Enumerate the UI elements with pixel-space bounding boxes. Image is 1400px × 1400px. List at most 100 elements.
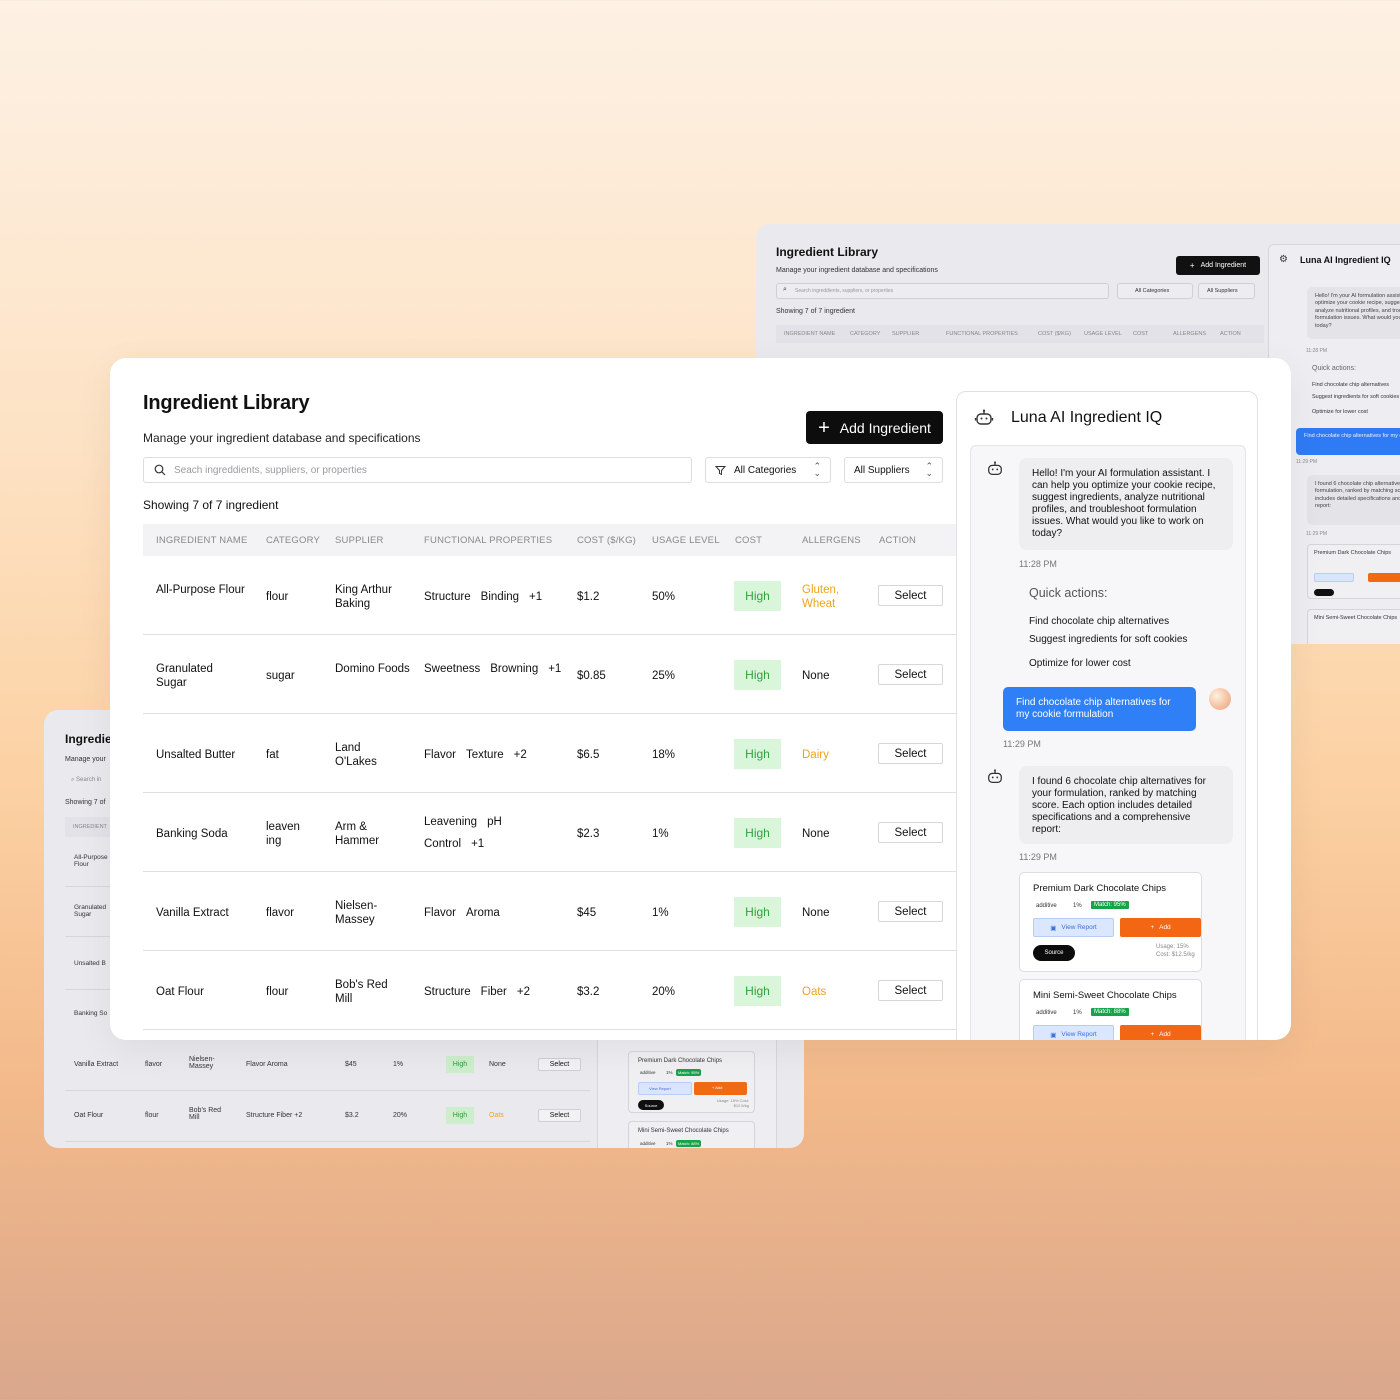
quick-action-soft-cookies[interactable]: Suggest ingredients for soft cookies <box>1029 634 1187 645</box>
cost-level-badge: High <box>734 897 781 927</box>
result-type: additive <box>1036 1010 1057 1016</box>
usage-level: 1% <box>652 828 669 840</box>
user-message: Find chocolate chip alternatives for my … <box>1296 428 1400 455</box>
search-input[interactable] <box>174 464 654 476</box>
table-header: INGREDIENT NAME CATEGORY SUPPLIER FUNCTI… <box>776 325 1264 343</box>
search-input[interactable]: ⌕ Search ingreddients, suppliers, or pro… <box>776 283 1109 299</box>
functional-properties: Flavor Aroma <box>424 907 500 919</box>
cost-level-badge: High <box>446 1056 474 1073</box>
quick-action[interactable]: Suggest ingredients for soft cookies <box>1312 394 1399 400</box>
filter-icon <box>715 465 726 475</box>
page-subtitle: Manage your ingredient database and spec… <box>776 267 938 274</box>
col-action: ACTION <box>879 535 917 546</box>
robot-icon: ⚙ <box>1279 254 1288 265</box>
cost-level-badge: High <box>446 1107 474 1124</box>
quick-actions-title: Quick actions: <box>1029 586 1108 600</box>
usage-level: 50% <box>652 591 676 603</box>
quick-action[interactable]: Optimize for lower cost <box>1312 409 1368 415</box>
add-button[interactable]: + Add <box>1120 1025 1201 1040</box>
page-title: Ingredient Library <box>776 245 879 259</box>
usage-level: 20% <box>652 986 676 998</box>
view-report-button[interactable]: ▣ View Report <box>1033 1025 1114 1040</box>
table-row: Granulated Sugar sugar Domino Foods Swee… <box>143 635 956 714</box>
quick-action-chocolate[interactable]: Find chocolate chip alternatives <box>1029 616 1169 627</box>
robot-icon <box>984 766 1006 788</box>
col-ingredient-name: INGREDIENT NAME <box>156 535 248 546</box>
source-button[interactable]: Source <box>1033 945 1075 961</box>
result-percent: 1% <box>1073 1010 1082 1016</box>
cost-level-badge: High <box>734 976 781 1006</box>
plus-icon: + <box>1189 261 1195 270</box>
select-button[interactable]: Select <box>878 585 943 606</box>
supplier-filter[interactable]: All Suppliers <box>1198 283 1255 299</box>
table-row: Oat Flour flour Bob's Red Mill Structure… <box>143 951 956 1030</box>
usage-level: 18% <box>652 749 676 761</box>
ingredient-name: Unsalted Butter <box>156 749 236 761</box>
result-name: Premium Dark Chocolate Chips <box>1033 883 1167 894</box>
result-card: Premium Dark Chocolate Chips additive 1%… <box>1019 872 1202 972</box>
cost-level-badge: High <box>734 739 781 769</box>
select-button[interactable]: Select <box>878 980 943 1001</box>
supplier: Nielsen-Massey <box>335 900 378 926</box>
view-report-button[interactable] <box>1314 573 1354 582</box>
avatar <box>1209 688 1231 710</box>
page-subtitle: Manage your ingredient database and spec… <box>143 431 421 445</box>
select-button[interactable]: Select <box>878 664 943 685</box>
allergens: Gluten, Wheat <box>802 584 840 610</box>
add-button[interactable]: + Add <box>694 1082 747 1095</box>
timestamp: 11:29 PM <box>1003 739 1041 749</box>
select-button[interactable]: Select <box>878 901 943 922</box>
result-card: Premium Dark Chocolate Chips <box>1307 544 1400 599</box>
add-button[interactable]: + Add <box>1120 918 1201 937</box>
match-badge: Match: 88% <box>1091 1008 1129 1016</box>
col-cost-per-kg: COST ($/KG) <box>577 535 637 546</box>
ingredient-name: Vanilla Extract <box>156 907 229 919</box>
plus-icon: + <box>818 416 830 439</box>
category: flour <box>266 591 289 603</box>
result-card: Mini Semi-Sweet Chocolate Chips additive… <box>1019 979 1202 1040</box>
supplier: Arm & Hammer <box>335 821 380 847</box>
view-report-button[interactable]: View Report <box>638 1082 692 1095</box>
robot-icon <box>973 407 995 429</box>
search-field[interactable] <box>143 457 692 483</box>
assistant-message: I found 6 chocolate chip alternatives fo… <box>1019 766 1233 844</box>
quick-action-lower-cost[interactable]: Optimize for lower cost <box>1029 658 1131 669</box>
category: fat <box>266 749 279 761</box>
category: flavor <box>266 907 295 919</box>
table-header: INGREDIENT NAME CATEGORY SUPPLIER FUNCTI… <box>143 524 956 556</box>
col-category: CATEGORY <box>266 535 321 546</box>
reply-bubble: I found 6 chocolate chip alternatives fo… <box>1307 475 1400 525</box>
view-report-button[interactable]: ▣ View Report <box>1033 918 1114 937</box>
cost-per-kg: $45 <box>577 907 597 919</box>
cost-per-kg: $0.85 <box>577 670 606 682</box>
select-button[interactable]: Select <box>538 1109 581 1122</box>
quick-action[interactable]: Find chocolate chip alternatives <box>1312 382 1389 388</box>
category: flour <box>266 986 289 998</box>
add-button[interactable] <box>1368 573 1400 582</box>
select-button[interactable]: Select <box>878 743 943 764</box>
functional-properties: Structure Binding +1 <box>424 591 543 603</box>
source-button[interactable] <box>1314 589 1334 596</box>
search-input[interactable]: ⌕ Search in <box>71 777 101 784</box>
plus-icon: + <box>1150 924 1155 931</box>
table-row: Vanilla Extract flavor Nielsen-Massey Fl… <box>143 872 956 951</box>
usage-level: 25% <box>652 670 676 682</box>
category-filter[interactable]: All Categories ⌃ ⌄ <box>705 457 831 483</box>
select-button[interactable]: Select <box>878 822 943 843</box>
result-percent: 1% <box>1073 903 1082 909</box>
supplier-filter[interactable]: All Suppliers ⌃ ⌄ <box>844 457 943 483</box>
add-ingredient-button[interactable]: + Add Ingredient <box>806 411 943 444</box>
select-button[interactable]: Select <box>538 1058 581 1071</box>
functional-properties: Structure Fiber +2 <box>424 986 530 998</box>
add-ingredient-button[interactable]: + Add Ingredient <box>1176 256 1260 275</box>
category-filter[interactable]: All Categories <box>1117 283 1193 299</box>
allergens: None <box>802 828 830 840</box>
source-button[interactable]: Source <box>638 1100 664 1110</box>
ingredient-name: Granulated Sugar <box>156 663 213 689</box>
chevron-updown-icon: ⌃ ⌄ <box>813 460 821 478</box>
col-usage-level: USAGE LEVEL <box>652 535 720 546</box>
col-allergens: ALLERGENS <box>802 535 861 546</box>
chat-messages: Hello! I'm your AI formulation assistant… <box>970 445 1246 1040</box>
cost-per-kg: $3.2 <box>577 986 600 998</box>
result-card: Mini Semi-Sweet Chocolate Chips additive… <box>628 1121 755 1148</box>
